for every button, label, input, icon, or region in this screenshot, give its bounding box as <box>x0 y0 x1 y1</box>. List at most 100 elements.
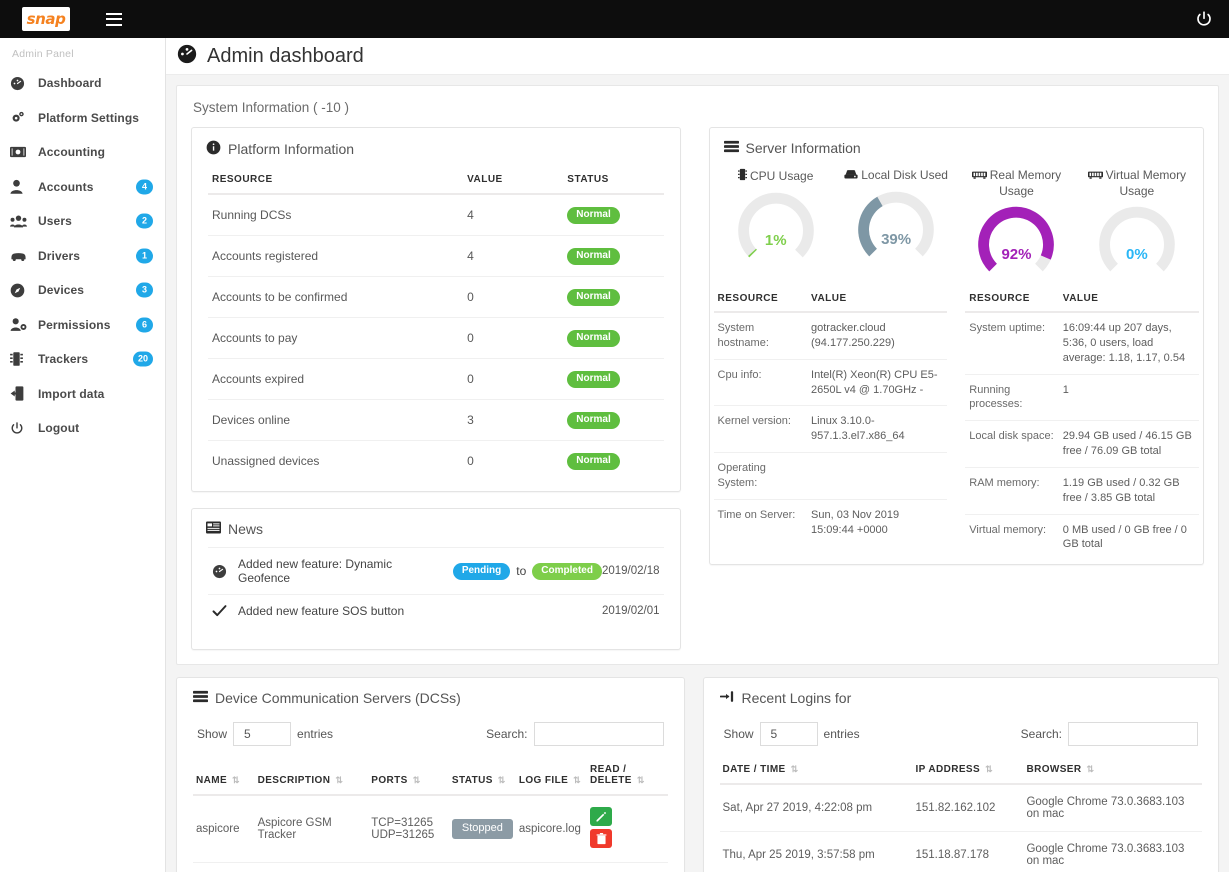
logins-entries-label: entries <box>823 727 860 741</box>
completed-badge: Completed <box>532 562 602 580</box>
column-header[interactable]: READ / DELETE ⇅ <box>587 760 668 796</box>
sidebar-item-permissions[interactable]: Permissions 6 <box>0 308 165 343</box>
resource-cell: Accounts expired <box>208 358 464 400</box>
sidebar-item-badge: 1 <box>136 248 153 264</box>
power-icon[interactable] <box>1195 10 1213 28</box>
column-header-text: LOG FILE <box>518 775 569 786</box>
gauge-label-text: Virtual Memory Usage <box>1105 168 1187 198</box>
sidebar-item-trackers[interactable]: Trackers 20 <box>0 342 165 377</box>
column-header[interactable]: STATUS ⇅ <box>448 760 516 796</box>
server-icon <box>193 690 208 706</box>
value-cell: 0 <box>463 317 564 359</box>
table-body: Sat, Apr 27 2019, 4:22:08 pm 151.82.162.1… <box>719 783 1202 872</box>
server-gauges: CPU Usage 1% Local Disk Used 39% Real Memory… <box>710 166 1203 281</box>
server-right-key: Local disk space: <box>965 420 1059 468</box>
login-datetime: Sat, Apr 27 2019, 4:22:08 pm <box>719 783 913 832</box>
gauge-value: 92% <box>1001 246 1032 263</box>
pending-badge: Pending <box>452 562 511 580</box>
sidebar-item-users[interactable]: Users 2 <box>0 204 165 239</box>
news-date: 2019/02/01 <box>601 605 660 617</box>
dashboard-icon <box>176 43 198 70</box>
table-row: Thu, Apr 25 2019, 3:57:58 pm 151.18.87.17… <box>719 831 1202 872</box>
column-header: RESOURCE <box>965 289 1059 313</box>
table-body: Running DCSs 4 Normal Accounts registered 4 N… <box>208 194 664 481</box>
value-cell: 0 <box>463 358 564 400</box>
sort-icon[interactable]: ⇅ <box>498 775 505 786</box>
sort-icon[interactable]: ⇅ <box>985 764 992 775</box>
sort-icon[interactable]: ⇅ <box>791 764 798 775</box>
column-header-text: DATE / TIME <box>722 764 786 775</box>
column-header[interactable]: LOG FILE ⇅ <box>515 760 587 796</box>
server-left-key: Operating System: <box>713 452 808 500</box>
sidebar-item-logout[interactable]: Logout <box>0 411 165 446</box>
page-title: Admin dashboard <box>207 44 364 67</box>
hamburger-icon[interactable] <box>106 12 122 26</box>
column-header: STATUS <box>563 168 664 195</box>
sort-icon[interactable]: ⇅ <box>335 775 342 786</box>
gauge-label-text: CPU Usage <box>750 169 814 183</box>
sidebar-item-label: Logout <box>38 421 80 436</box>
dcs-search-input[interactable] <box>533 722 664 746</box>
gauge-dial: 0% <box>1087 205 1187 277</box>
sort-icon[interactable]: ⇅ <box>637 775 644 786</box>
sidebar-item-import-data[interactable]: Import data <box>0 377 165 412</box>
sidebar-item-drivers[interactable]: Drivers 1 <box>0 239 165 274</box>
sort-icon[interactable]: ⇅ <box>232 775 239 786</box>
sort-icon[interactable]: ⇅ <box>413 775 420 786</box>
value-cell: 0 <box>463 276 564 318</box>
server-left-key: Time on Server: <box>713 498 808 546</box>
table-row: Local disk space: 29.94 GB used / 46.15 G… <box>965 420 1200 468</box>
server-right-value: 1.19 GB used / 0.32 GB free / 3.85 GB to… <box>1058 466 1200 515</box>
sidebar-item-label: Accounting <box>38 145 105 160</box>
app-logo[interactable]: snap <box>22 7 70 31</box>
column-header[interactable]: DATE / TIME ⇅ <box>719 760 913 785</box>
server-left-value: gotracker.cloud (94.177.250.229) <box>807 311 948 360</box>
server-right-key: RAM memory: <box>965 466 1059 515</box>
memory-icon <box>1087 169 1103 183</box>
gauge-local-disk-used: Local Disk Used 39% <box>836 168 956 277</box>
status-badge: Normal <box>567 207 620 224</box>
logins-entries-select[interactable] <box>759 722 818 746</box>
status-cell: Normal <box>563 317 664 359</box>
power-icon <box>10 420 32 436</box>
sidebar-item-platform-settings[interactable]: Platform Settings <box>0 101 165 136</box>
column-header[interactable]: IP ADDRESS ⇅ <box>912 760 1024 785</box>
server-right-value: 29.94 GB used / 46.15 GB free / 76.09 GB… <box>1058 420 1200 468</box>
server-right-value: 16:09:44 up 207 days, 5:36, 0 users, loa… <box>1058 311 1200 375</box>
sidebar-item-accounting[interactable]: Accounting <box>0 135 165 170</box>
delete-button[interactable] <box>590 829 612 848</box>
column-header[interactable]: NAME ⇅ <box>193 760 255 796</box>
status-badge: Normal <box>567 371 620 388</box>
logins-search-input[interactable] <box>1068 722 1198 746</box>
car-icon <box>10 248 32 264</box>
sort-icon[interactable]: ⇅ <box>1087 764 1094 775</box>
edit-button[interactable] <box>590 807 612 826</box>
dcs-actions <box>587 862 668 872</box>
card-title-text: News <box>228 521 264 537</box>
column-header[interactable]: BROWSER ⇅ <box>1023 760 1202 785</box>
sidebar-item-dashboard[interactable]: Dashboard <box>0 66 165 101</box>
import-icon <box>10 386 32 402</box>
logins-table-controls: Show entries Search: <box>720 716 1202 760</box>
status-badge: Normal <box>567 248 620 265</box>
dcs-table-controls: Show entries Search: <box>193 716 668 760</box>
sidebar-item-devices[interactable]: Devices 3 <box>0 273 165 308</box>
value-cell: 3 <box>463 399 564 441</box>
value-cell: 4 <box>467 208 474 222</box>
sidebar-item-accounts[interactable]: Accounts 4 <box>0 170 165 205</box>
column-header-text: NAME <box>196 775 228 786</box>
sort-icon[interactable]: ⇅ <box>573 775 580 786</box>
gauge-label: Local Disk Used <box>836 168 956 184</box>
memory-icon <box>971 169 987 183</box>
cpu-icon <box>738 168 748 184</box>
table-header-row: DATE / TIME ⇅ IP ADDRESS ⇅ BROWSER ⇅ <box>719 760 1202 785</box>
column-header: VALUE <box>1058 289 1200 313</box>
dcs-entries-select[interactable] <box>233 722 292 746</box>
table-header-row: NAME ⇅ DESCRIPTION ⇅ PORTS ⇅ STATUS ⇅ LOG FILE ⇅ R… <box>193 760 668 796</box>
column-header[interactable]: PORTS ⇅ <box>368 760 449 796</box>
column-header[interactable]: DESCRIPTION ⇅ <box>254 760 369 796</box>
logins-search-label: Search: <box>1020 727 1062 741</box>
users-icon <box>10 213 32 229</box>
column-header-text: IP ADDRESS <box>915 764 981 775</box>
table-row: System hostname: gotracker.cloud (94.177.… <box>713 311 948 360</box>
